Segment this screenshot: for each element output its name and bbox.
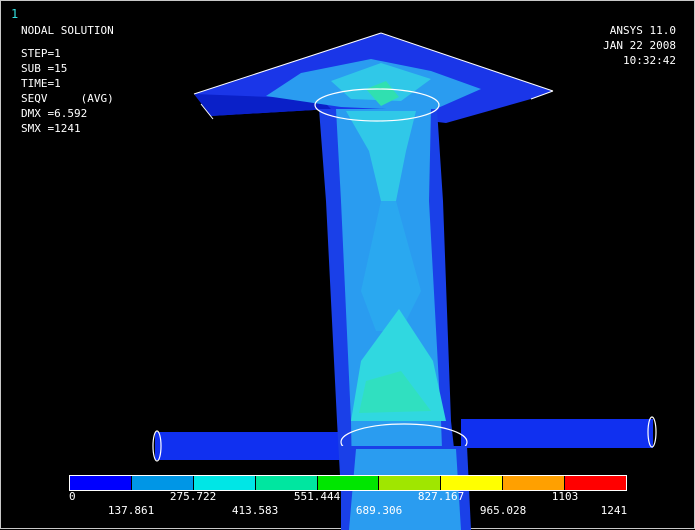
legend-swatch-8 — [565, 476, 627, 490]
run-date: JAN 22 2008 — [603, 39, 676, 52]
legend-label-bottom: 137.861 — [107, 504, 155, 517]
legend-label-top: 275.722 — [169, 490, 217, 503]
step-value: STEP=1 — [21, 47, 61, 60]
dmx-value: DMX =6.592 — [21, 107, 88, 120]
legend-label-bottom: 965.028 — [479, 504, 527, 517]
legend-label-top: 827.167 — [417, 490, 465, 503]
legend-swatch-3 — [255, 476, 318, 490]
legend-swatch-0 — [70, 476, 132, 490]
contour-legend-bar — [69, 475, 627, 491]
crossbar-left — [155, 432, 350, 460]
legend-swatch-4 — [317, 476, 380, 490]
run-time: 10:32:42 — [623, 54, 676, 67]
result-item: SEQV (AVG) — [21, 92, 114, 105]
legend-swatch-2 — [193, 476, 256, 490]
legend-swatch-1 — [131, 476, 194, 490]
version-stamp: ANSYS 11.0 JAN 22 2008 10:32:42 — [603, 23, 676, 68]
legend-label-top: 1103 — [551, 490, 579, 503]
legend-label-top: 0 — [69, 490, 76, 503]
legend-label-bottom: 689.306 — [355, 504, 403, 517]
plot-title: NODAL SOLUTION — [21, 24, 114, 37]
smx-value: SMX =1241 — [21, 122, 81, 135]
legend-label-bottom: 413.583 — [231, 504, 279, 517]
legend-swatch-6 — [441, 476, 504, 490]
legend-swatch-7 — [503, 476, 566, 490]
legend-swatch-5 — [379, 476, 442, 490]
time-value: TIME=1 — [21, 77, 61, 90]
graphics-viewport[interactable]: 1 NODAL SOLUTION STEP=1 SUB =15 TIME=1 S… — [0, 0, 695, 530]
product-version: ANSYS 11.0 — [609, 24, 676, 37]
legend-label-bottom: 1241 — [600, 504, 628, 517]
solution-info-block: NODAL SOLUTION STEP=1 SUB =15 TIME=1 SEQ… — [21, 23, 114, 136]
legend-label-top: 551.444 — [293, 490, 341, 503]
crossbar-right — [461, 419, 653, 448]
substep-value: SUB =15 — [21, 62, 68, 75]
